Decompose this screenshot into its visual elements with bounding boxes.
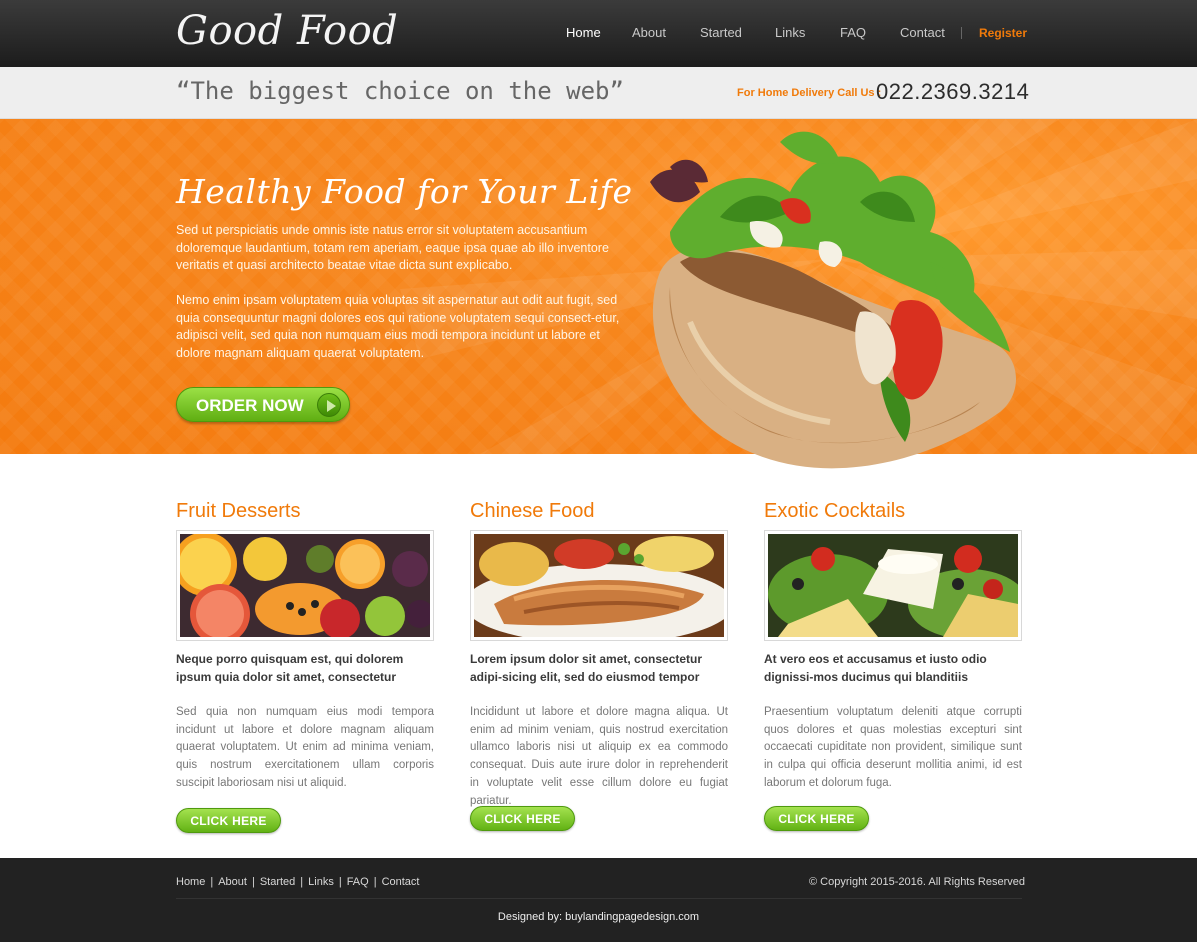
click-here-button[interactable]: CLICK HERE [470, 806, 575, 831]
click-here-button[interactable]: CLICK HERE [764, 806, 869, 831]
nav-divider [961, 27, 962, 39]
click-here-label: CLICK HERE [484, 812, 561, 826]
footer-home-link[interactable]: Home [176, 876, 205, 888]
footer-separator: | [373, 876, 377, 888]
click-here-label: CLICK HERE [190, 814, 267, 828]
footer-separator: | [210, 876, 214, 888]
designed-by-credit[interactable]: Designed by: buylandingpagedesign.com [0, 911, 1197, 923]
nav-home-link[interactable]: Home [566, 25, 601, 40]
nav-contact-link[interactable]: Contact [900, 25, 945, 40]
nav-about-link[interactable]: About [632, 25, 666, 40]
column-body: Praesentium voluptatum deleniti atque co… [764, 706, 1022, 789]
copyright-text: © Copyright 2015-2016. All Rights Reserv… [809, 876, 1025, 888]
chinese-food-image [470, 530, 728, 641]
hero-paragraph-2: Nemo enim ipsam voluptatem quia voluptas… [176, 293, 620, 361]
delivery-label: For Home Delivery Call Us : [737, 87, 882, 99]
site-footer: Home | About | Started | Links | FAQ | Contact © C… [0, 858, 1197, 942]
footer-separator: | [300, 876, 304, 888]
column-chinese-food: Chinese Food Lorem ipsum dolor sit amet,… [470, 500, 730, 831]
footer-nav: Home | About | Started | Links | FAQ | Contact [176, 876, 419, 888]
column-heading: Neque porro quisquam est, qui dolorem ip… [176, 652, 404, 684]
column-heading: Lorem ipsum dolor sit amet, consectetur … [470, 652, 703, 684]
nav-links-link[interactable]: Links [775, 25, 805, 40]
column-fruit-desserts: Fruit Desserts Neque porro quisquam est,… [176, 500, 436, 833]
order-now-label: ORDER NOW [196, 396, 304, 415]
column-title: Exotic Cocktails [764, 500, 906, 522]
play-arrow-icon [317, 393, 341, 417]
footer-separator: | [338, 876, 342, 888]
column-body: Incididunt ut labore et dolore magna ali… [470, 706, 728, 807]
exotic-cocktails-image [764, 530, 1022, 641]
hero-paragraph-1: Sed ut perspiciatis unde omnis iste natu… [176, 223, 609, 273]
click-here-button[interactable]: CLICK HERE [176, 808, 281, 833]
phone-number: 022.2369.3214 [876, 79, 1030, 104]
nav-started-link[interactable]: Started [700, 25, 742, 40]
column-body: Sed quia non numquam eius modi tempora i… [176, 706, 434, 789]
column-exotic-cocktails: Exotic Cocktails At vero eos et accusamu… [764, 500, 1024, 831]
nav-faq-link[interactable]: FAQ [840, 25, 866, 40]
footer-faq-link[interactable]: FAQ [347, 876, 369, 888]
order-now-button[interactable]: ORDER NOW [176, 387, 350, 422]
footer-contact-link[interactable]: Contact [382, 876, 420, 888]
column-heading: At vero eos et accusamus et iusto odio d… [764, 652, 987, 684]
sandwich-image [650, 131, 1017, 469]
click-here-label: CLICK HERE [778, 812, 855, 826]
footer-started-link[interactable]: Started [260, 876, 295, 888]
fruit-desserts-image [176, 530, 434, 641]
tagline: “The biggest choice on the web” [176, 77, 624, 105]
footer-divider [176, 898, 1022, 899]
tagline-bar: “The biggest choice on the web” For Home… [0, 67, 1197, 119]
footer-links-link[interactable]: Links [308, 876, 334, 888]
main-nav: Home About Started Links FAQ Contact Reg… [0, 25, 1197, 43]
footer-about-link[interactable]: About [218, 876, 247, 888]
hero-title: Healthy Food for Your Life [176, 172, 633, 211]
footer-separator: | [251, 876, 255, 888]
column-title: Chinese Food [470, 500, 595, 522]
column-title: Fruit Desserts [176, 500, 301, 522]
register-link[interactable]: Register [979, 26, 1027, 40]
site-header: Good Food Home About Started Links FAQ C… [0, 0, 1197, 67]
